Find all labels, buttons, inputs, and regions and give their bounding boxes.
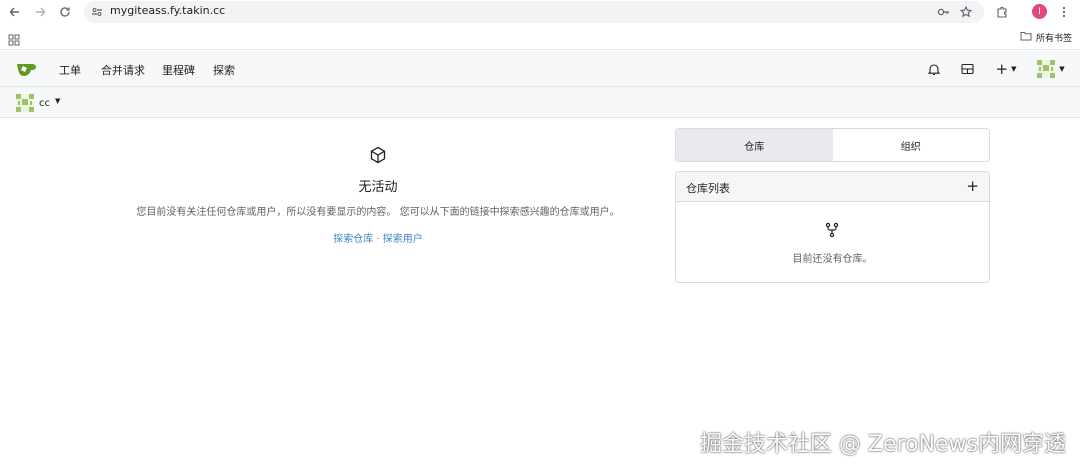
repo-list-header: 仓库列表 + xyxy=(676,172,989,202)
repo-list-panel: 仓库列表 + 目前还没有仓库。 xyxy=(675,171,990,283)
create-menu-button[interactable]: + ▼ xyxy=(993,60,1019,78)
nav-issues[interactable]: 工单 xyxy=(59,62,81,78)
browser-toolbar: mygiteass.fy.takin.cc I xyxy=(0,0,1080,24)
user-menu-button[interactable]: ▼ xyxy=(1034,60,1068,78)
empty-feed-title: 无活动 xyxy=(358,180,398,195)
nav-pull-requests[interactable]: 合并请求 xyxy=(101,62,145,78)
back-icon[interactable] xyxy=(6,3,24,21)
stopwatch-icon[interactable] xyxy=(958,60,976,78)
key-icon[interactable] xyxy=(934,3,952,21)
repo-list-body: 目前还没有仓库。 xyxy=(676,202,989,282)
caret-down-icon: ▼ xyxy=(55,97,61,105)
site-info-icon[interactable] xyxy=(88,3,106,21)
profile-avatar[interactable]: I xyxy=(1032,4,1047,19)
context-username: cc xyxy=(39,97,50,109)
bell-icon[interactable] xyxy=(925,60,943,78)
user-avatar xyxy=(1037,60,1056,78)
all-bookmarks-button[interactable]: 所有书签 xyxy=(1020,31,1072,44)
extensions-icon[interactable] xyxy=(993,3,1011,21)
context-bar: cc ▼ xyxy=(0,87,1080,118)
nav-milestones[interactable]: 里程碑 xyxy=(162,62,195,78)
explore-repos-link[interactable]: 探索仓库 xyxy=(333,234,373,245)
context-avatar xyxy=(16,94,34,112)
reload-icon[interactable] xyxy=(56,3,74,21)
menu-icon[interactable] xyxy=(1055,3,1073,21)
empty-feed-description: 您目前没有关注任何仓库或用户，所以没有要显示的内容。 您可以从下面的链接中探索感… xyxy=(136,207,620,218)
activity-feed-empty: 无活动 您目前没有关注任何仓库或用户，所以没有要显示的内容。 您可以从下面的链接… xyxy=(120,146,636,245)
tab-organizations[interactable]: 组织 xyxy=(833,129,990,161)
folder-icon xyxy=(1020,31,1032,44)
url-text[interactable]: mygiteass.fy.takin.cc xyxy=(110,4,225,17)
bookmarks-bar: 所有书签 xyxy=(0,26,1080,50)
forward-icon[interactable] xyxy=(31,3,49,21)
gitea-logo-icon[interactable] xyxy=(16,60,38,78)
plus-icon: + xyxy=(995,60,1009,78)
watermark-text: 掘金技术社区 @ ZeroNews内网穿透 xyxy=(699,432,1066,457)
add-repo-button[interactable]: + xyxy=(966,177,979,195)
repo-forked-icon xyxy=(825,222,839,238)
explore-users-link[interactable]: 探索用户 xyxy=(383,234,423,245)
apps-icon[interactable] xyxy=(8,31,20,50)
caret-down-icon: ▼ xyxy=(1011,65,1017,73)
package-icon xyxy=(120,146,636,168)
link-separator: · xyxy=(373,234,383,245)
repo-list-title: 仓库列表 xyxy=(686,182,730,195)
explore-links: 探索仓库 · 探索用户 xyxy=(120,230,636,245)
tab-repositories[interactable]: 仓库 xyxy=(676,129,833,161)
star-icon[interactable] xyxy=(957,3,975,21)
dashboard-tabs: 仓库 组织 xyxy=(675,128,990,162)
all-bookmarks-label: 所有书签 xyxy=(1035,34,1072,44)
gitea-navbar: 工单 合并请求 里程碑 探索 + ▼ ▼ xyxy=(0,51,1080,87)
caret-down-icon: ▼ xyxy=(1059,65,1065,73)
context-user-switcher[interactable]: cc ▼ xyxy=(16,94,60,112)
repo-list-empty-text: 目前还没有仓库。 xyxy=(792,254,873,265)
nav-explore[interactable]: 探索 xyxy=(213,62,235,78)
